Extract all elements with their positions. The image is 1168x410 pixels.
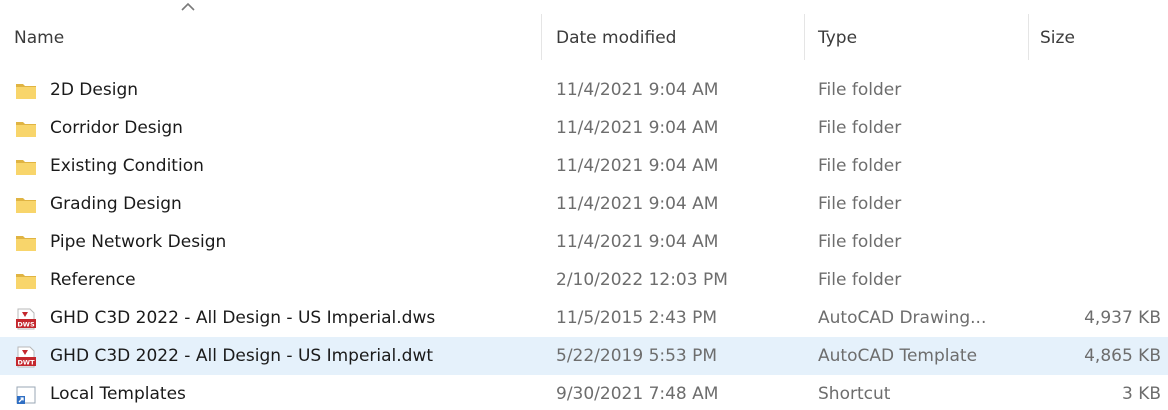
file-type: File folder xyxy=(818,80,902,100)
file-date-modified: 5/22/2019 5:53 PM xyxy=(556,346,718,366)
file-size: 3 KB xyxy=(1121,384,1161,404)
column-header-size[interactable]: Size xyxy=(1040,25,1075,51)
column-divider[interactable] xyxy=(541,14,542,60)
folder-icon xyxy=(14,231,38,255)
column-header-bar: Name Date modified Type Size xyxy=(0,0,1168,60)
file-type: File folder xyxy=(818,270,902,290)
file-row[interactable]: DWS GHD C3D 2022 - All Design - US Imperi… xyxy=(0,299,1168,337)
file-date-modified: 9/30/2021 7:48 AM xyxy=(556,384,719,404)
file-size xyxy=(1040,71,1161,109)
folder-icon xyxy=(14,117,38,141)
file-row[interactable]: Grading Design 11/4/2021 9:04 AM File fold… xyxy=(0,185,1168,223)
file-name: Corridor Design xyxy=(50,118,183,138)
dws-file-icon: DWS xyxy=(14,307,38,331)
file-size xyxy=(1040,109,1161,147)
file-type: File folder xyxy=(818,118,902,138)
file-name: GHD C3D 2022 - All Design - US Imperial.… xyxy=(50,346,434,366)
file-name: Local Templates xyxy=(50,384,186,404)
file-date-modified: 11/4/2021 9:04 AM xyxy=(556,156,719,176)
file-date-modified: 11/4/2021 9:04 AM xyxy=(556,194,719,214)
file-explorer-details-view: Name Date modified Type Size 2D Design 11… xyxy=(0,0,1168,410)
file-type: File folder xyxy=(818,194,902,214)
file-date-modified: 11/4/2021 9:04 AM xyxy=(556,80,719,100)
file-name: Grading Design xyxy=(50,194,182,214)
file-name: 2D Design xyxy=(50,80,139,100)
file-size xyxy=(1040,261,1161,299)
folder-icon xyxy=(14,79,38,103)
file-type: AutoCAD Drawing... xyxy=(818,308,987,328)
file-name: Pipe Network Design xyxy=(50,232,227,252)
file-size: 4,937 KB xyxy=(1084,308,1161,328)
file-type: AutoCAD Template xyxy=(818,346,978,366)
dwt-file-icon: DWT xyxy=(14,345,38,369)
file-row[interactable]: Reference 2/10/2022 12:03 PM File folder xyxy=(0,261,1168,299)
svg-text:DWS: DWS xyxy=(17,321,35,329)
folder-icon xyxy=(14,155,38,179)
file-list: 2D Design 11/4/2021 9:04 AM File folder Cor… xyxy=(0,71,1168,410)
file-type: File folder xyxy=(818,232,902,252)
column-divider[interactable] xyxy=(804,14,805,60)
file-name: Reference xyxy=(50,270,136,290)
file-name: Existing Condition xyxy=(50,156,204,176)
file-type: File folder xyxy=(818,156,902,176)
file-row[interactable]: DWT GHD C3D 2022 - All Design - US Imperi… xyxy=(0,337,1168,375)
file-date-modified: 2/10/2022 12:03 PM xyxy=(556,270,728,290)
file-row[interactable]: 2D Design 11/4/2021 9:04 AM File folder xyxy=(0,71,1168,109)
file-type: Shortcut xyxy=(818,384,891,404)
file-size xyxy=(1040,147,1161,185)
file-name: GHD C3D 2022 - All Design - US Imperial.… xyxy=(50,308,436,328)
svg-text:DWT: DWT xyxy=(18,359,36,367)
file-date-modified: 11/5/2015 2:43 PM xyxy=(556,308,718,328)
column-header-date-modified[interactable]: Date modified xyxy=(556,25,676,51)
file-row[interactable]: Pipe Network Design 11/4/2021 9:04 AM File… xyxy=(0,223,1168,261)
folder-icon xyxy=(14,269,38,293)
folder-icon xyxy=(14,193,38,217)
file-size xyxy=(1040,223,1161,261)
file-date-modified: 11/4/2021 9:04 AM xyxy=(556,232,719,252)
file-row[interactable]: Local Templates 9/30/2021 7:48 AM Shortcut… xyxy=(0,375,1168,410)
file-size: 4,865 KB xyxy=(1084,346,1161,366)
file-row[interactable]: Corridor Design 11/4/2021 9:04 AM File fol… xyxy=(0,109,1168,147)
file-size xyxy=(1040,185,1161,223)
shortcut-icon xyxy=(14,383,38,407)
column-header-name[interactable]: Name xyxy=(14,25,64,51)
file-row[interactable]: Existing Condition 11/4/2021 9:04 AM File … xyxy=(0,147,1168,185)
file-date-modified: 11/4/2021 9:04 AM xyxy=(556,118,719,138)
column-divider[interactable] xyxy=(1028,14,1029,60)
chevron-up-icon xyxy=(181,2,195,11)
column-header-type[interactable]: Type xyxy=(818,25,857,51)
